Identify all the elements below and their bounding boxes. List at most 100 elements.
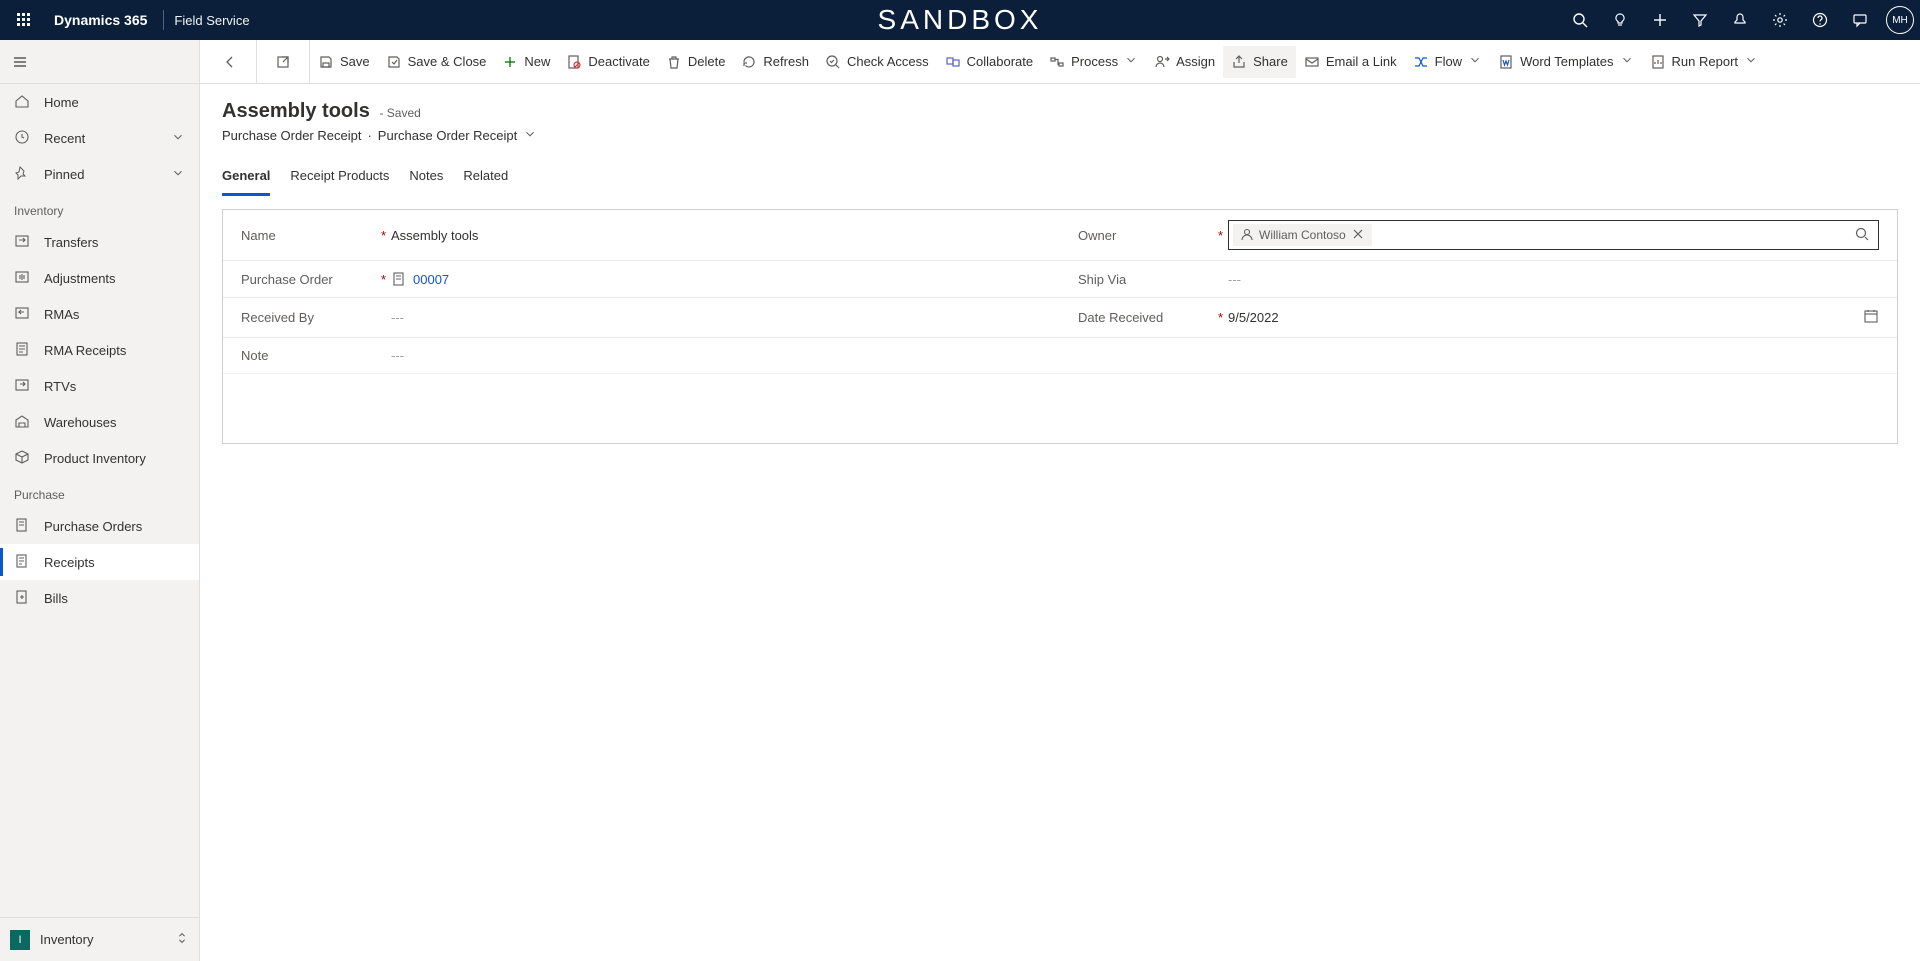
run-report-button[interactable]: Run Report (1642, 46, 1766, 78)
popout-icon (275, 54, 291, 70)
field-ship-via[interactable]: --- (1228, 272, 1879, 287)
plus-icon (1652, 12, 1668, 28)
tab-notes[interactable]: Notes (409, 162, 443, 196)
delete-button[interactable]: Delete (658, 46, 734, 78)
environment-banner: SANDBOX (878, 4, 1043, 36)
clock-icon (14, 129, 30, 148)
deactivate-icon (566, 54, 582, 70)
save-close-button[interactable]: Save & Close (378, 46, 495, 78)
lightbulb-icon (1612, 12, 1628, 28)
nav-label: Product Inventory (44, 451, 146, 466)
chat-icon (1852, 12, 1868, 28)
settings-button[interactable] (1760, 0, 1800, 40)
flow-button[interactable]: Flow (1405, 46, 1490, 78)
nav-bills[interactable]: Bills (0, 580, 199, 616)
nav-warehouses[interactable]: Warehouses (0, 404, 199, 440)
nav-pinned[interactable]: Pinned (0, 156, 199, 192)
label-ship-via: Ship Via (1078, 272, 1228, 287)
tab-receipt-products[interactable]: Receipt Products (290, 162, 389, 196)
email-icon (1304, 54, 1320, 70)
save-icon (318, 54, 334, 70)
adjustment-icon (14, 269, 30, 288)
form-selector[interactable]: Purchase Order Receipt (378, 128, 517, 143)
process-icon (1049, 54, 1065, 70)
area-badge: I (10, 930, 30, 950)
assistant-button[interactable] (1600, 0, 1640, 40)
field-name[interactable]: Assembly tools (391, 228, 1042, 243)
check-access-button[interactable]: Check Access (817, 46, 937, 78)
sidebar-toggle[interactable] (0, 40, 199, 84)
field-note[interactable]: --- (391, 348, 1879, 363)
chevron-down-icon (1468, 53, 1482, 70)
nav-purchase-orders[interactable]: Purchase Orders (0, 508, 199, 544)
collaborate-button[interactable]: Collaborate (937, 46, 1042, 78)
warehouse-icon (14, 413, 30, 432)
receipt-icon (14, 553, 30, 572)
user-avatar[interactable]: MH (1886, 6, 1914, 34)
waffle-icon (16, 12, 32, 28)
lookup-search[interactable] (1850, 226, 1874, 245)
app-launcher[interactable] (0, 0, 48, 40)
share-button[interactable]: Share (1223, 46, 1296, 78)
transfer-icon (14, 233, 30, 252)
record-icon (391, 271, 407, 287)
purchase-order-icon (14, 517, 30, 536)
chevron-down-icon (523, 127, 537, 144)
tab-general[interactable]: General (222, 162, 270, 196)
field-received-by[interactable]: --- (391, 310, 1042, 325)
nav-label: Purchase Orders (44, 519, 142, 534)
nav-label: Bills (44, 591, 68, 606)
help-button[interactable] (1800, 0, 1840, 40)
save-close-icon (386, 54, 402, 70)
product-inventory-icon (14, 449, 30, 468)
nav-product-inventory[interactable]: Product Inventory (0, 440, 199, 476)
product-name[interactable]: Dynamics 365 (48, 12, 153, 28)
chevron-down-icon (1124, 53, 1138, 70)
deactivate-button[interactable]: Deactivate (558, 46, 657, 78)
filter-button[interactable] (1680, 0, 1720, 40)
nav-rtvs[interactable]: RTVs (0, 368, 199, 404)
nav-adjustments[interactable]: Adjustments (0, 260, 199, 296)
nav-transfers[interactable]: Transfers (0, 224, 199, 260)
remove-owner[interactable] (1350, 226, 1366, 245)
nav-recent[interactable]: Recent (0, 120, 199, 156)
nav-label: Receipts (44, 555, 95, 570)
app-name[interactable]: Field Service (174, 13, 249, 28)
hamburger-icon (12, 54, 28, 70)
field-owner[interactable]: William Contoso (1228, 220, 1879, 250)
word-templates-button[interactable]: Word Templates (1490, 46, 1641, 78)
nav-label: Recent (44, 131, 85, 146)
nav-label: Home (44, 95, 79, 110)
calendar-icon[interactable] (1863, 308, 1879, 327)
save-button[interactable]: Save (310, 46, 378, 78)
nav-home[interactable]: Home (0, 84, 199, 120)
process-button[interactable]: Process (1041, 46, 1146, 78)
record-status: - Saved (379, 106, 420, 120)
email-link-button[interactable]: Email a Link (1296, 46, 1405, 78)
nav-label: RMA Receipts (44, 343, 126, 358)
back-button[interactable] (214, 46, 246, 78)
feedback-button[interactable] (1840, 0, 1880, 40)
nav-receipts[interactable]: Receipts (0, 544, 199, 580)
search-button[interactable] (1560, 0, 1600, 40)
tab-related[interactable]: Related (463, 162, 508, 196)
area-switcher[interactable]: I Inventory (0, 917, 199, 961)
owner-chip[interactable]: William Contoso (1233, 224, 1372, 246)
field-purchase-order[interactable]: 00007 (391, 271, 1042, 287)
assign-button[interactable]: Assign (1146, 46, 1223, 78)
label-received-by: Received By (241, 310, 391, 325)
refresh-icon (741, 54, 757, 70)
chevron-down-icon (1620, 53, 1634, 70)
bill-icon (14, 589, 30, 608)
refresh-button[interactable]: Refresh (733, 46, 817, 78)
field-date-received[interactable]: 9/5/2022 (1228, 308, 1879, 327)
chevron-down-icon (171, 166, 185, 183)
new-button[interactable]: New (494, 46, 558, 78)
search-icon (1572, 12, 1588, 28)
nav-rma-receipts[interactable]: RMA Receipts (0, 332, 199, 368)
home-icon (14, 93, 30, 112)
nav-rmas[interactable]: RMAs (0, 296, 199, 332)
notifications-button[interactable] (1720, 0, 1760, 40)
add-button[interactable] (1640, 0, 1680, 40)
open-new-window-button[interactable] (267, 46, 299, 78)
